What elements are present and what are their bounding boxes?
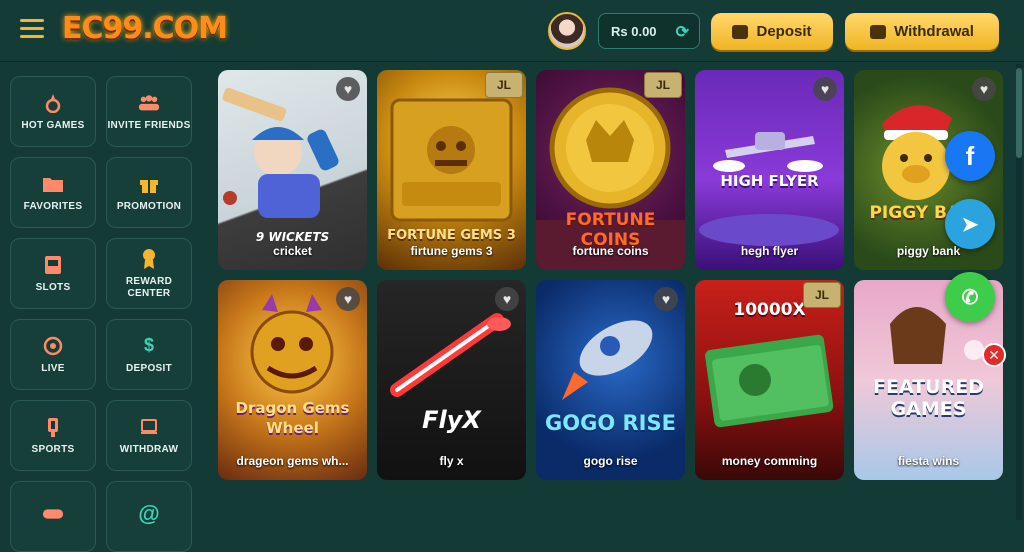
- game-art-title: HIGH FLYER: [720, 172, 819, 190]
- game-art-title: 9 WICKETS: [255, 230, 330, 244]
- sidebar-item-label: SLOTS: [35, 281, 71, 293]
- sports-icon: [42, 416, 64, 438]
- heart-icon[interactable]: ♥: [336, 77, 360, 101]
- sidebar-item-label: FAVORITES: [23, 200, 83, 212]
- sidebar-item-deposit[interactable]: $ DEPOSIT: [106, 319, 192, 390]
- sidebar: HOT GAMES INVITE FRIENDS FAVORITES PROMO…: [0, 64, 202, 552]
- sidebar-item-slots[interactable]: SLOTS: [10, 238, 96, 309]
- game-name: fiesta wins: [897, 454, 960, 468]
- site-logo[interactable]: EC99.COM: [62, 11, 228, 46]
- gift-icon: [138, 173, 160, 195]
- game-name: fortune coins: [572, 244, 649, 258]
- dollar-icon: $: [143, 335, 154, 355]
- heart-icon[interactable]: ♥: [495, 287, 519, 311]
- deposit-button[interactable]: Deposit: [711, 13, 833, 50]
- game-name: drageon gems wh...: [236, 454, 349, 468]
- provider-badge: JL: [644, 72, 682, 98]
- sidebar-item-withdraw[interactable]: WITHDRAW: [106, 400, 192, 471]
- game-name: fly x: [439, 454, 464, 468]
- balance-display: Rs 0.00 ⟳: [598, 13, 700, 49]
- close-icon[interactable]: ✕: [982, 343, 1006, 367]
- sidebar-item-favorites[interactable]: FAVORITES: [10, 157, 96, 228]
- whatsapp-icon[interactable]: ✆: [945, 272, 995, 322]
- heart-icon[interactable]: ♥: [813, 77, 837, 101]
- fire-icon: [42, 92, 64, 114]
- telegram-icon[interactable]: ➤: [945, 199, 995, 249]
- game-art-title: FEATURED GAMES: [873, 376, 984, 420]
- users-icon: [138, 92, 160, 114]
- withdraw-icon: [870, 24, 887, 39]
- sidebar-item-contact[interactable]: @: [106, 481, 192, 552]
- provider-badge: JL: [485, 72, 523, 98]
- game-name: money comming: [721, 454, 818, 468]
- scrollbar-thumb[interactable]: [1016, 68, 1022, 158]
- withdrawal-label: Withdrawal: [894, 23, 974, 40]
- game-art-title: Dragon Gems Wheel: [235, 399, 350, 437]
- game-name: hegh flyer: [740, 244, 799, 258]
- at-icon: @: [138, 500, 160, 526]
- game-card-dragon-gems-wheel[interactable]: Dragon Gems Wheel ♥ drageon gems wh...: [218, 280, 367, 480]
- game-card-fortune-gems-3[interactable]: FORTUNE GEMS 3 JL firtune gems 3: [377, 70, 526, 270]
- game-name: gogo rise: [583, 454, 638, 468]
- game-card-fly-x[interactable]: FlyX ♥ fly x: [377, 280, 526, 480]
- game-card-high-flyer[interactable]: HIGH FLYER ♥ hegh flyer: [695, 70, 844, 270]
- heart-icon[interactable]: ♥: [654, 287, 678, 311]
- refresh-icon[interactable]: ⟳: [676, 22, 689, 42]
- gamepad-icon: [42, 503, 64, 525]
- sidebar-item-reward-center[interactable]: REWARD CENTER: [106, 238, 192, 309]
- sidebar-item-games[interactable]: [10, 481, 96, 552]
- live-icon: [42, 335, 64, 357]
- game-card-cricket[interactable]: 9 WICKETS ♥ cricket: [218, 70, 367, 270]
- facebook-icon[interactable]: f: [945, 131, 995, 181]
- balance-value: Rs 0.00: [611, 23, 657, 39]
- sidebar-item-label: SPORTS: [31, 443, 75, 455]
- sidebar-item-label: INVITE FRIENDS: [107, 119, 191, 131]
- game-card-gogo-rise[interactable]: GOGO RISE ♥ gogo rise: [536, 280, 685, 480]
- heart-icon[interactable]: ♥: [336, 287, 360, 311]
- sidebar-item-label: DEPOSIT: [126, 362, 172, 374]
- game-name: firtune gems 3: [410, 244, 493, 258]
- game-card-money-coming[interactable]: 10000X JL money comming: [695, 280, 844, 480]
- avatar[interactable]: [548, 12, 586, 50]
- sidebar-item-invite-friends[interactable]: INVITE FRIENDS: [106, 76, 192, 147]
- game-name: cricket: [273, 244, 312, 258]
- slot-icon: [42, 254, 64, 276]
- game-card-fortune-coins[interactable]: FORTUNE COINS JL fortune coins: [536, 70, 685, 270]
- game-art-title: GOGO RISE: [545, 411, 676, 435]
- hamburger-menu-icon[interactable]: [20, 19, 44, 38]
- sidebar-item-label: LIVE: [41, 362, 65, 374]
- folder-icon: [42, 173, 64, 195]
- wallet-icon: [732, 24, 749, 39]
- withdrawal-button[interactable]: Withdrawal: [845, 13, 999, 50]
- provider-badge: JL: [803, 282, 841, 308]
- sidebar-item-sports[interactable]: SPORTS: [10, 400, 96, 471]
- sidebar-item-label: HOT GAMES: [21, 119, 85, 131]
- sidebar-item-promotion[interactable]: PROMOTION: [106, 157, 192, 228]
- heart-icon[interactable]: ♥: [972, 77, 996, 101]
- scrollbar[interactable]: [1016, 64, 1022, 520]
- sidebar-item-label: REWARD CENTER: [125, 275, 173, 299]
- monitor-icon: [138, 416, 160, 438]
- sidebar-item-hot-games[interactable]: HOT GAMES: [10, 76, 96, 147]
- deposit-label: Deposit: [756, 23, 812, 40]
- game-art-title: FlyX: [422, 406, 481, 434]
- game-grid: 9 WICKETS ♥ cricket FORTUNE GEMS 3 JL fi…: [202, 64, 1012, 520]
- sidebar-item-label: WITHDRAW: [119, 443, 179, 455]
- sidebar-item-live[interactable]: LIVE: [10, 319, 96, 390]
- game-art-title: FORTUNE GEMS 3: [387, 228, 516, 243]
- top-bar: EC99.COM Rs 0.00 ⟳ Deposit Withdrawal: [0, 0, 1024, 62]
- medal-icon: [138, 248, 160, 270]
- sidebar-item-label: PROMOTION: [116, 200, 182, 212]
